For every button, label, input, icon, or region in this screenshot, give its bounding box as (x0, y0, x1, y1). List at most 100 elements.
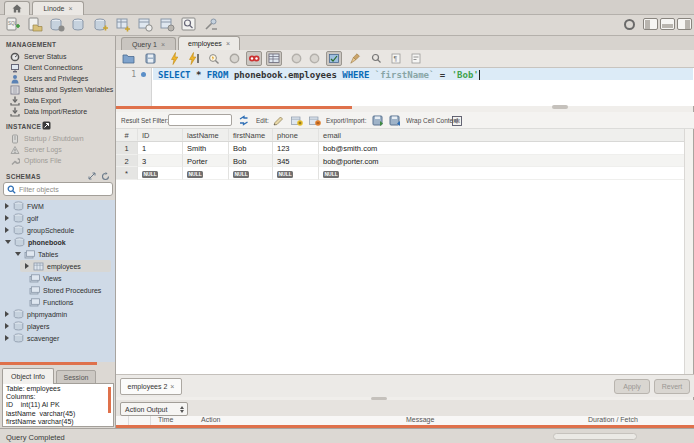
toggle-stop-on-error-icon[interactable] (246, 51, 262, 66)
tree-item-players[interactable]: players (0, 320, 115, 332)
table-row[interactable]: 2 3 Porter Bob 345 bob@porter.com (116, 155, 684, 168)
tab-employees[interactable]: employees× (178, 36, 240, 50)
column-header[interactable]: firstName (229, 129, 273, 141)
cell[interactable]: NULL (229, 167, 273, 180)
expand-arrow-icon[interactable] (5, 203, 9, 209)
cell[interactable]: 123 (273, 142, 319, 155)
sidebar-item-users-privileges[interactable]: Users and Privileges (0, 73, 116, 84)
tree-item-phpmyadmin[interactable]: phpmyadmin (0, 308, 115, 320)
insert-record-icon[interactable] (290, 115, 304, 126)
toggle-right-panel-button[interactable] (677, 18, 692, 30)
sql-code-editor[interactable]: 1 SELECT * FROM phonebook.employees WHER… (116, 68, 694, 106)
close-icon[interactable]: × (170, 383, 174, 390)
import-icon[interactable] (388, 115, 402, 126)
expand-arrow-icon[interactable] (5, 323, 9, 329)
limit-rows-icon[interactable] (266, 51, 282, 66)
execute-icon[interactable] (166, 51, 182, 66)
tab-employees-2[interactable]: employees 2× (120, 378, 182, 395)
cell[interactable]: NULL (138, 167, 183, 180)
cell[interactable]: 345 (273, 155, 319, 168)
tree-item-tables[interactable]: Tables (0, 248, 115, 260)
cell[interactable]: 3 (138, 155, 183, 168)
cell[interactable]: bob@porter.com (319, 155, 684, 168)
save-icon[interactable] (142, 51, 158, 66)
close-icon[interactable]: × (161, 41, 165, 48)
column-header[interactable]: phone (273, 129, 319, 141)
tree-item-fwm[interactable]: FWM (0, 200, 115, 212)
refresh-icon[interactable] (236, 115, 250, 126)
cell[interactable]: Bob (229, 142, 273, 155)
misc-tool-icon[interactable] (202, 17, 220, 33)
expand-arrow-icon[interactable] (5, 215, 9, 221)
export-icon[interactable] (371, 115, 385, 126)
toggle-left-panel-button[interactable] (643, 18, 658, 30)
execute-current-icon[interactable] (186, 51, 202, 66)
result-filter-input[interactable] (168, 114, 232, 126)
row-number[interactable]: * (116, 167, 138, 180)
tab-session[interactable]: Session (56, 370, 96, 384)
tab-object-info[interactable]: Object Info (2, 368, 54, 384)
tree-item-groupschedule[interactable]: groupSchedule (0, 224, 115, 236)
toggle-bottom-panel-button[interactable] (660, 18, 675, 30)
cell[interactable]: Smith (183, 142, 229, 155)
beautify-icon[interactable] (348, 51, 364, 66)
db-connect-icon[interactable] (70, 17, 88, 33)
explain-icon[interactable] (206, 51, 222, 66)
tab-query1[interactable]: Query 1× (121, 37, 176, 50)
expand-arrow-icon[interactable] (25, 263, 29, 269)
output-column-duration[interactable]: Duration / Fetch (588, 416, 638, 423)
find-icon[interactable] (368, 51, 384, 66)
cell[interactable]: 1 (138, 142, 183, 155)
action-output-select[interactable]: Action Output (120, 402, 188, 416)
sidebar-item-startup-shutdown[interactable]: Startup / Shutdown (0, 133, 116, 144)
column-header[interactable]: # (116, 129, 138, 141)
result-grid-scrollbar[interactable] (684, 129, 693, 374)
column-header[interactable]: email (319, 129, 684, 141)
new-query-tab-icon[interactable]: SQL (4, 17, 22, 33)
db-doc-icon[interactable] (48, 17, 66, 33)
wrap-cell-icon[interactable] (450, 115, 464, 126)
sidebar-item-server-status[interactable]: Server Status (0, 51, 116, 62)
apply-button[interactable]: Apply (614, 379, 650, 394)
output-column-time[interactable]: Time (158, 416, 173, 423)
connection-tab[interactable]: Linode × (32, 1, 84, 15)
horizontal-scrollbar[interactable] (553, 433, 637, 440)
collapse-arrow-icon[interactable] (15, 252, 21, 256)
tree-item-stored-procedures[interactable]: Stored Procedures (0, 284, 115, 296)
sidebar-item-status-system-variables[interactable]: Status and System Variables (0, 84, 116, 95)
tree-item-views[interactable]: Views (0, 272, 115, 284)
column-header[interactable]: ID (138, 129, 183, 141)
close-icon[interactable]: × (68, 5, 72, 12)
expand-arrow-icon[interactable] (5, 227, 9, 233)
cell[interactable]: bob@smith.com (319, 142, 684, 155)
new-routine-icon[interactable] (158, 17, 176, 33)
cell[interactable]: NULL (183, 167, 229, 180)
sidebar-item-client-connections[interactable]: Client Connections (0, 62, 116, 73)
sidebar-item-server-logs[interactable]: Server Logs (0, 144, 116, 155)
sidebar-item-data-export[interactable]: Data Export (0, 95, 116, 106)
column-header[interactable]: lastName (183, 129, 229, 141)
tree-item-employees[interactable]: employees (0, 260, 115, 272)
sidebar-splitter[interactable] (0, 362, 97, 365)
tree-item-functions[interactable]: Functions (0, 296, 115, 308)
home-tab[interactable] (4, 1, 30, 15)
sidebar-item-options-file[interactable]: Options File (0, 155, 116, 166)
new-schema-icon[interactable] (92, 17, 110, 33)
open-sql-script-icon[interactable] (26, 17, 44, 33)
expand-schemas-icon[interactable] (88, 172, 96, 180)
output-splitter[interactable] (116, 425, 694, 428)
cell[interactable]: NULL (319, 167, 684, 180)
row-number[interactable]: 2 (116, 155, 138, 168)
refresh-schemas-icon[interactable] (101, 172, 110, 181)
open-file-icon[interactable] (120, 51, 136, 66)
autocommit-icon[interactable] (326, 51, 342, 66)
cell[interactable]: Porter (183, 155, 229, 168)
object-info-scrollbar[interactable] (108, 387, 111, 413)
collapse-arrow-icon[interactable] (5, 240, 11, 244)
combo-spinner-icon[interactable] (180, 406, 184, 413)
table-row[interactable]: 1 1 Smith Bob 123 bob@smith.com (116, 142, 684, 155)
invisible-chars-icon[interactable]: ¶ (388, 51, 404, 66)
output-column-action[interactable]: Action (201, 416, 220, 423)
editor-splitter[interactable] (116, 106, 352, 109)
new-view-icon[interactable] (136, 17, 154, 33)
